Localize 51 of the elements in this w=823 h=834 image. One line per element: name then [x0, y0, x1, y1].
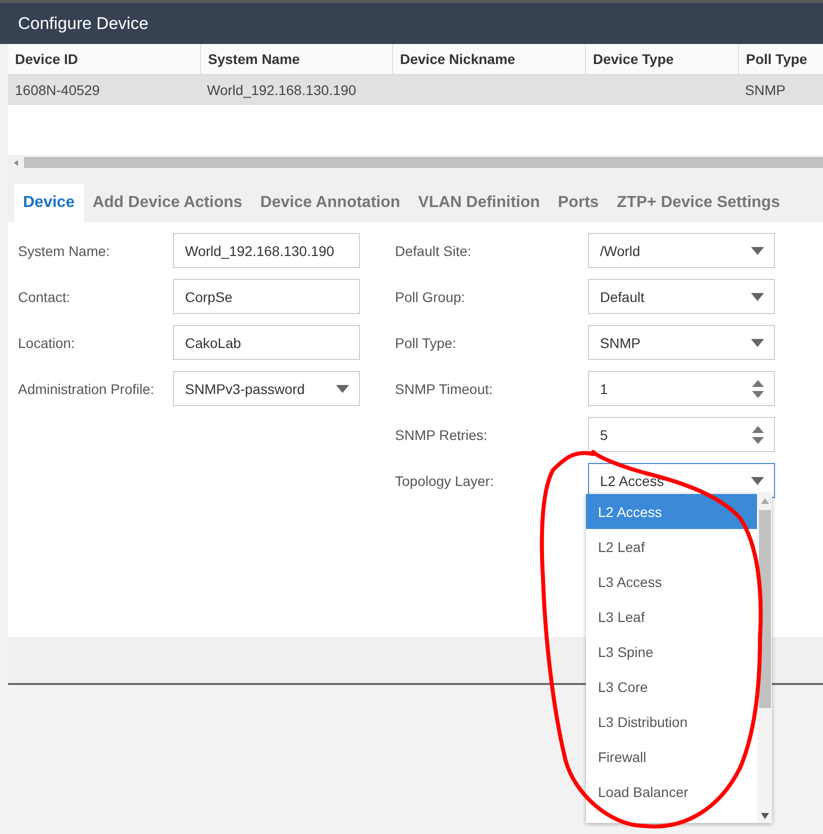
- column-header[interactable]: Device ID: [8, 44, 200, 74]
- scroll-down-icon[interactable]: [760, 813, 768, 819]
- dropdown-option[interactable]: L3 Access: [586, 564, 757, 599]
- dropdown-option[interactable]: L3 Core: [586, 669, 757, 704]
- field-label: Poll Group:: [395, 288, 466, 304]
- dropdown-option[interactable]: L2 Leaf: [586, 529, 757, 564]
- caret-icon: [751, 338, 764, 346]
- input-field[interactable]: CorpSe: [173, 279, 360, 314]
- number-field[interactable]: 5: [588, 417, 775, 452]
- dropdown-option[interactable]: L3 Spine: [586, 634, 757, 669]
- number-field[interactable]: 1: [588, 371, 775, 406]
- tab[interactable]: ZTP+ Device Settings: [608, 184, 789, 222]
- field-label: Poll Type:: [395, 334, 458, 350]
- dropdown-field[interactable]: SNMP: [588, 325, 775, 360]
- field-label: Topology Layer:: [395, 472, 495, 488]
- table-cell-text: 1608N-40529: [14, 80, 101, 100]
- scroll-left-icon[interactable]: [14, 160, 18, 166]
- caret-icon: [336, 384, 349, 392]
- table-cell-text: SNMP: [744, 80, 786, 100]
- dropdown-option[interactable]: Load Balancer: [586, 774, 757, 809]
- spinner-arrows-icon[interactable]: [752, 378, 764, 400]
- field-label: Location:: [18, 334, 76, 350]
- table-cell-text: World_192.168.130.190: [206, 80, 358, 100]
- tab[interactable]: Add Device Actions: [84, 184, 252, 222]
- tab[interactable]: VLAN Definition: [409, 184, 549, 222]
- dropdown-field[interactable]: SNMPv3-password: [173, 371, 360, 406]
- caret-icon: [751, 246, 764, 254]
- dropdown-field[interactable]: Default: [588, 279, 775, 314]
- tab[interactable]: Device Annotation: [251, 184, 410, 222]
- tab[interactable]: Ports: [548, 184, 608, 222]
- dropdown-field[interactable]: /World: [588, 233, 775, 268]
- field-label: Contact:: [18, 288, 72, 304]
- window-title: Configure Device: [18, 14, 148, 34]
- caret-icon: [751, 476, 764, 484]
- dropdown-option[interactable]: L2 Access: [586, 494, 757, 529]
- field-label: SNMP Retries:: [395, 426, 488, 442]
- scrollbar-thumb[interactable]: [24, 157, 823, 168]
- dropdown-option[interactable]: L3 Leaf: [586, 599, 757, 634]
- field-label: Administration Profile:: [18, 380, 156, 396]
- spinner-arrows-icon[interactable]: [752, 424, 764, 446]
- horizontal-scrollbar[interactable]: [8, 155, 823, 170]
- field-label: SNMP Timeout:: [395, 380, 494, 396]
- tab[interactable]: Device: [14, 184, 84, 222]
- input-field[interactable]: World_192.168.130.190: [173, 233, 360, 268]
- dropdown-option[interactable]: Firewall: [586, 739, 757, 774]
- caret-icon: [751, 292, 764, 300]
- field-label: System Name:: [18, 242, 111, 258]
- table-row[interactable]: 1608N-40529 World_192.168.130.190 SNMP: [8, 74, 823, 105]
- dropdown-option[interactable]: L3 Distribution: [586, 704, 757, 739]
- field-label: Default Site:: [395, 242, 472, 258]
- input-field[interactable]: CakoLab: [173, 325, 360, 360]
